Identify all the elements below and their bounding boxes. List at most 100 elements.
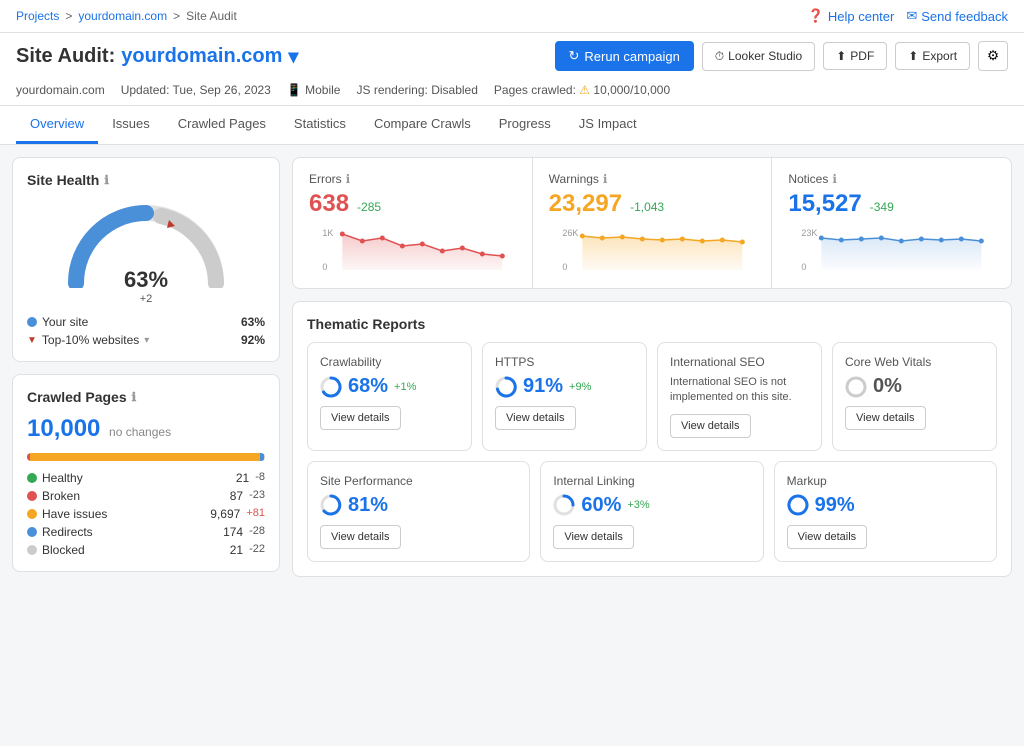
broken-dot — [27, 491, 37, 501]
thematic-title: Thematic Reports — [307, 316, 997, 332]
notices-info-icon[interactable]: ℹ — [832, 172, 837, 186]
pdf-icon: ⬆ — [836, 49, 846, 63]
report-international-seo: International SEO International SEO is n… — [657, 342, 822, 451]
issues-dot — [27, 509, 37, 519]
legend-your-site: Your site 63% — [27, 315, 265, 329]
top-bar-actions: ❓ Help center ✉ Send feedback — [808, 8, 1008, 24]
legend-blocked: Blocked 21 -22 — [27, 543, 265, 557]
header-meta: yourdomain.com Updated: Tue, Sep 26, 202… — [16, 79, 1008, 105]
crawled-info-icon[interactable]: ℹ — [132, 390, 137, 404]
https-icon — [495, 376, 517, 398]
breadcrumb-sep2: > — [173, 9, 180, 23]
tab-crawled-pages[interactable]: Crawled Pages — [164, 106, 280, 144]
tab-progress[interactable]: Progress — [485, 106, 565, 144]
redirects-dot — [27, 527, 37, 537]
breadcrumb-sep1: > — [65, 9, 72, 23]
info-icon[interactable]: ℹ — [104, 173, 109, 187]
svg-text:23K: 23K — [802, 228, 818, 238]
report-core-web-vitals: Core Web Vitals 0% View details — [832, 342, 997, 451]
perf-icon — [320, 494, 342, 516]
cwv-view-btn[interactable]: View details — [845, 406, 926, 430]
warnings-value: 23,297 — [549, 190, 622, 218]
meta-js: JS rendering: Disabled — [356, 83, 477, 97]
domain-label[interactable]: yourdomain.com — [121, 45, 282, 68]
site-health-card: Site Health ℹ 63% +2 — [12, 157, 280, 362]
settings-button[interactable]: ⚙ — [978, 41, 1008, 71]
legend-broken: Broken 87 -23 — [27, 489, 265, 503]
crawl-legend: Healthy 21 -8 Broken 87 -23 — [27, 471, 265, 557]
markup-view-btn[interactable]: View details — [787, 525, 868, 549]
warning-icon: ⚠ — [579, 83, 590, 97]
left-panel: Site Health ℹ 63% +2 — [12, 157, 280, 577]
tab-compare-crawls[interactable]: Compare Crawls — [360, 106, 485, 144]
main-content: Site Health ℹ 63% +2 — [0, 145, 1024, 589]
nav-tabs: Overview Issues Crawled Pages Statistics… — [0, 106, 1024, 145]
gauge-container: 63% — [27, 198, 265, 288]
help-center-link[interactable]: ❓ Help center — [808, 8, 895, 24]
feedback-icon: ✉ — [906, 8, 917, 24]
warnings-diff: -1,043 — [630, 200, 664, 214]
legend-have-issues: Have issues 9,697 +81 — [27, 507, 265, 521]
errors-info-icon[interactable]: ℹ — [346, 172, 351, 186]
breadcrumb-projects[interactable]: Projects — [16, 9, 59, 23]
warnings-chart: 26K 0 — [549, 226, 756, 271]
export-button[interactable]: ⬆ Export — [895, 42, 970, 70]
https-view-btn[interactable]: View details — [495, 406, 576, 430]
breadcrumb-domain[interactable]: yourdomain.com — [78, 9, 167, 23]
export-icon: ⬆ — [908, 49, 918, 63]
breadcrumb-page: Site Audit — [186, 9, 237, 23]
thematic-row2: Site Performance 81% View details Intern… — [307, 461, 997, 562]
crawlability-view-btn[interactable]: View details — [320, 406, 401, 430]
intl-seo-view-btn[interactable]: View details — [670, 414, 751, 438]
breadcrumb: Projects > yourdomain.com > Site Audit — [16, 9, 237, 23]
svg-text:0: 0 — [802, 262, 807, 271]
meta-domain: yourdomain.com — [16, 83, 105, 97]
svg-text:1K: 1K — [322, 228, 333, 238]
notices-chart: 23K 0 — [788, 226, 995, 271]
healthy-dot — [27, 473, 37, 483]
right-panel: Errors ℹ 638 -285 1K 0 — [292, 157, 1012, 577]
crawled-pages-card: Crawled Pages ℹ 10,000 no changes Health… — [12, 374, 280, 572]
legend-top10: ▼ Top-10% websites ▾ 92% — [27, 333, 265, 347]
svg-text:0: 0 — [562, 262, 567, 271]
top-bar: Projects > yourdomain.com > Site Audit ❓… — [0, 0, 1024, 33]
dropdown-icon[interactable]: ▾ — [288, 44, 298, 69]
thematic-row1: Crawlability 68% +1% View details HTTPS — [307, 342, 997, 451]
page-title: Site Audit: yourdomain.com ▾ — [16, 44, 298, 69]
tab-issues[interactable]: Issues — [98, 106, 164, 144]
bar-issues — [30, 453, 261, 461]
send-feedback-link[interactable]: ✉ Send feedback — [906, 8, 1008, 24]
site-health-legend: Your site 63% ▼ Top-10% websites ▾ 92% — [27, 315, 265, 347]
warnings-info-icon[interactable]: ℹ — [603, 172, 608, 186]
perf-view-btn[interactable]: View details — [320, 525, 401, 549]
tab-statistics[interactable]: Statistics — [280, 106, 360, 144]
tab-js-impact[interactable]: JS Impact — [565, 106, 651, 144]
meta-updated: Updated: Tue, Sep 26, 2023 — [121, 83, 271, 97]
report-internal-linking: Internal Linking 60% +3% View details — [540, 461, 763, 562]
crawled-pages-title: Crawled Pages ℹ — [27, 389, 265, 405]
help-icon: ❓ — [808, 8, 824, 24]
rerun-button[interactable]: ↻ Rerun campaign — [555, 41, 694, 71]
meta-pages: Pages crawled: ⚠ 10,000/10,000 — [494, 83, 670, 97]
report-markup: Markup 99% View details — [774, 461, 997, 562]
tab-overview[interactable]: Overview — [16, 106, 98, 144]
notices-value: 15,527 — [788, 190, 861, 218]
pdf-button[interactable]: ⬆ PDF — [823, 42, 887, 70]
warnings-block: Warnings ℹ 23,297 -1,043 26K 0 — [533, 158, 773, 288]
errors-chart: 1K 0 — [309, 226, 516, 271]
linking-view-btn[interactable]: View details — [553, 525, 634, 549]
rerun-icon: ↻ — [569, 48, 580, 64]
legend-redirects: Redirects 174 -28 — [27, 525, 265, 539]
notices-block: Notices ℹ 15,527 -349 23K 0 — [772, 158, 1011, 288]
header: Site Audit: yourdomain.com ▾ ↻ Rerun cam… — [0, 33, 1024, 106]
looker-studio-button[interactable]: ⏱ Looker Studio — [702, 42, 815, 71]
top10-chevron[interactable]: ▾ — [144, 335, 149, 346]
crawled-count-row: 10,000 no changes — [27, 415, 265, 443]
gauge-percent: 63% — [124, 267, 168, 293]
svg-text:0: 0 — [322, 262, 327, 271]
cwv-icon — [845, 376, 867, 398]
report-crawlability: Crawlability 68% +1% View details — [307, 342, 472, 451]
gear-icon: ⚙ — [987, 48, 999, 63]
gauge-plus: +2 — [27, 293, 265, 305]
notices-diff: -349 — [870, 200, 894, 214]
